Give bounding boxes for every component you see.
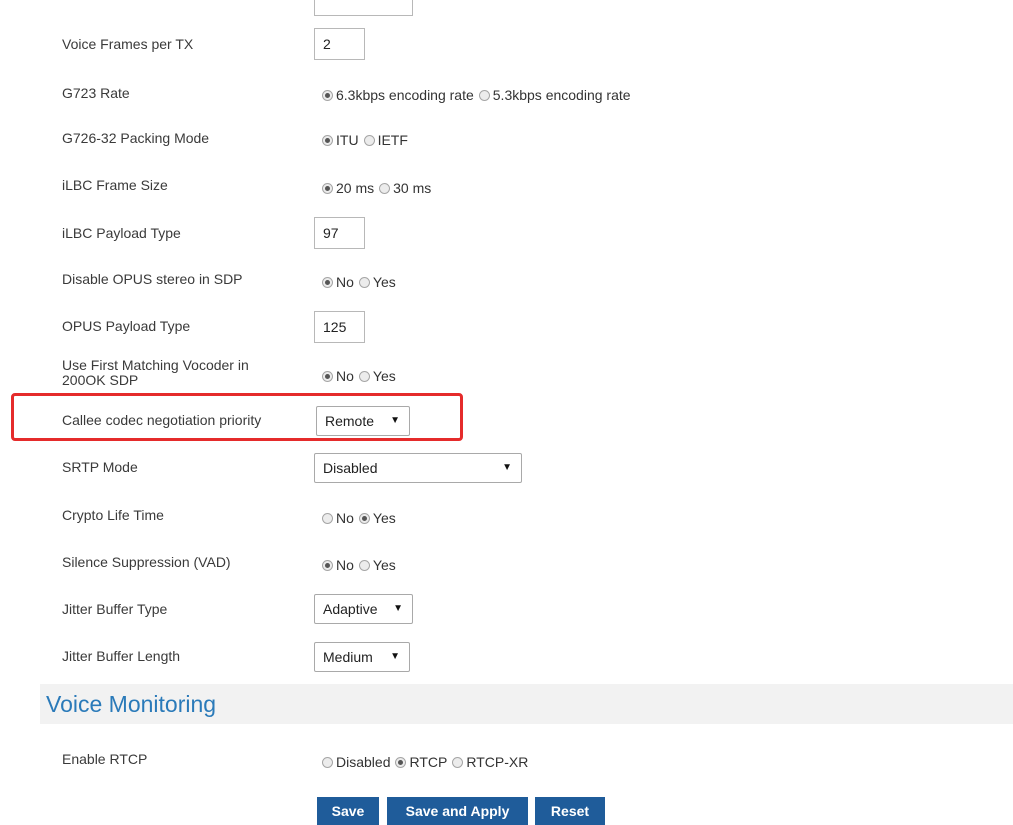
jitter-length-label: Jitter Buffer Length xyxy=(62,648,181,664)
voice-frames-input[interactable]: 2 xyxy=(314,28,365,60)
radio-icon[interactable] xyxy=(322,370,333,382)
radio-icon[interactable] xyxy=(322,134,333,146)
vocoder-option-yes[interactable]: Yes xyxy=(358,368,396,384)
radio-icon[interactable] xyxy=(478,89,490,101)
jitter-length-select[interactable]: Medium ▼ xyxy=(314,642,410,672)
radio-icon[interactable] xyxy=(322,512,333,524)
radio-icon[interactable] xyxy=(358,512,370,524)
silence-suppression-radio-group: No Yes xyxy=(322,557,401,573)
save-and-apply-button[interactable]: Save and Apply xyxy=(387,797,528,825)
disable-opus-stereo-radio-group: No Yes xyxy=(322,274,401,290)
opus-stereo-option-yes[interactable]: Yes xyxy=(358,274,396,290)
g723-rate-radio-group: 6.3kbps encoding rate 5.3kbps encoding r… xyxy=(322,87,636,103)
first-matching-vocoder-label: Use First Matching Vocoder in 200OK SDP xyxy=(62,358,302,388)
g723-rate-label: G723 Rate xyxy=(62,85,130,101)
first-matching-vocoder-radio-group: No Yes xyxy=(322,368,401,384)
radio-icon[interactable] xyxy=(322,276,333,288)
dropdown-arrow-icon: ▼ xyxy=(390,415,400,426)
ilbc-payload-label: iLBC Payload Type xyxy=(62,225,181,241)
callee-priority-value: Remote xyxy=(325,413,375,429)
radio-icon[interactable] xyxy=(358,370,370,382)
srtp-mode-label: SRTP Mode xyxy=(62,459,138,475)
ilbc-frame-radio-group: 20 ms 30 ms xyxy=(322,180,436,196)
enable-rtcp-radio-group: Disabled RTCP RTCP-XR xyxy=(322,754,533,770)
g726-option-itu[interactable]: ITU xyxy=(322,132,359,148)
voice-monitoring-section-header: Voice Monitoring xyxy=(40,684,1013,724)
g726-option-ietf[interactable]: IETF xyxy=(363,132,408,148)
radio-icon[interactable] xyxy=(322,89,333,101)
section-title: Voice Monitoring xyxy=(46,691,217,717)
radio-icon[interactable] xyxy=(358,276,370,288)
callee-priority-select[interactable]: Remote ▼ xyxy=(316,406,410,436)
dropdown-arrow-icon: ▼ xyxy=(393,603,403,614)
opus-payload-label: OPUS Payload Type xyxy=(62,318,191,334)
ilbc-option-20ms[interactable]: 20 ms xyxy=(322,180,374,196)
radio-icon[interactable] xyxy=(452,756,464,768)
rtcp-option-rtcp[interactable]: RTCP xyxy=(395,754,447,770)
silence-suppression-label: Silence Suppression (VAD) xyxy=(62,554,231,570)
g726-packing-radio-group: ITU IETF xyxy=(322,132,413,148)
first-matching-vocoder-label-line1: Use First Matching Vocoder in xyxy=(62,357,249,373)
disable-opus-stereo-label: Disable OPUS stereo in SDP xyxy=(62,271,243,287)
crypto-life-label: Crypto Life Time xyxy=(62,507,164,523)
radio-icon[interactable] xyxy=(322,559,333,571)
radio-icon[interactable] xyxy=(379,182,391,194)
srtp-mode-value: Disabled xyxy=(323,460,378,476)
ilbc-payload-input[interactable]: 97 xyxy=(314,217,365,249)
opus-stereo-option-no[interactable]: No xyxy=(322,274,354,290)
radio-icon[interactable] xyxy=(322,182,333,194)
rtcp-option-disabled[interactable]: Disabled xyxy=(322,754,390,770)
jitter-type-label: Jitter Buffer Type xyxy=(62,601,168,617)
g726-packing-label: G726-32 Packing Mode xyxy=(62,130,210,146)
ilbc-frame-label: iLBC Frame Size xyxy=(62,177,168,193)
ilbc-option-30ms[interactable]: 30 ms xyxy=(379,180,431,196)
vocoder-option-no[interactable]: No xyxy=(322,368,354,384)
voice-frames-label: Voice Frames per TX xyxy=(62,36,194,52)
dropdown-arrow-icon: ▼ xyxy=(502,462,512,473)
g723-option-6-3[interactable]: 6.3kbps encoding rate xyxy=(322,87,474,103)
srtp-mode-select[interactable]: Disabled ▼ xyxy=(314,453,522,483)
crypto-option-yes[interactable]: Yes xyxy=(358,510,396,526)
radio-icon[interactable] xyxy=(322,756,333,768)
radio-icon[interactable] xyxy=(363,134,375,146)
jitter-length-value: Medium xyxy=(323,649,373,665)
jitter-type-value: Adaptive xyxy=(323,601,378,617)
radio-icon[interactable] xyxy=(358,559,370,571)
top-partial-input[interactable] xyxy=(314,0,413,16)
dropdown-arrow-icon: ▼ xyxy=(390,651,400,662)
reset-button[interactable]: Reset xyxy=(535,797,605,825)
vad-option-yes[interactable]: Yes xyxy=(358,557,396,573)
crypto-life-radio-group: No Yes xyxy=(322,510,401,526)
opus-payload-input[interactable]: 125 xyxy=(314,311,365,343)
crypto-option-no[interactable]: No xyxy=(322,510,354,526)
first-matching-vocoder-label-line2: 200OK SDP xyxy=(62,372,139,388)
radio-icon[interactable] xyxy=(395,756,407,768)
rtcp-option-rtcp-xr[interactable]: RTCP-XR xyxy=(452,754,528,770)
g723-option-5-3[interactable]: 5.3kbps encoding rate xyxy=(478,87,631,103)
jitter-type-select[interactable]: Adaptive ▼ xyxy=(314,594,413,624)
callee-priority-label: Callee codec negotiation priority xyxy=(62,412,262,428)
vad-option-no[interactable]: No xyxy=(322,557,354,573)
enable-rtcp-label: Enable RTCP xyxy=(62,751,148,767)
save-button[interactable]: Save xyxy=(317,797,379,825)
